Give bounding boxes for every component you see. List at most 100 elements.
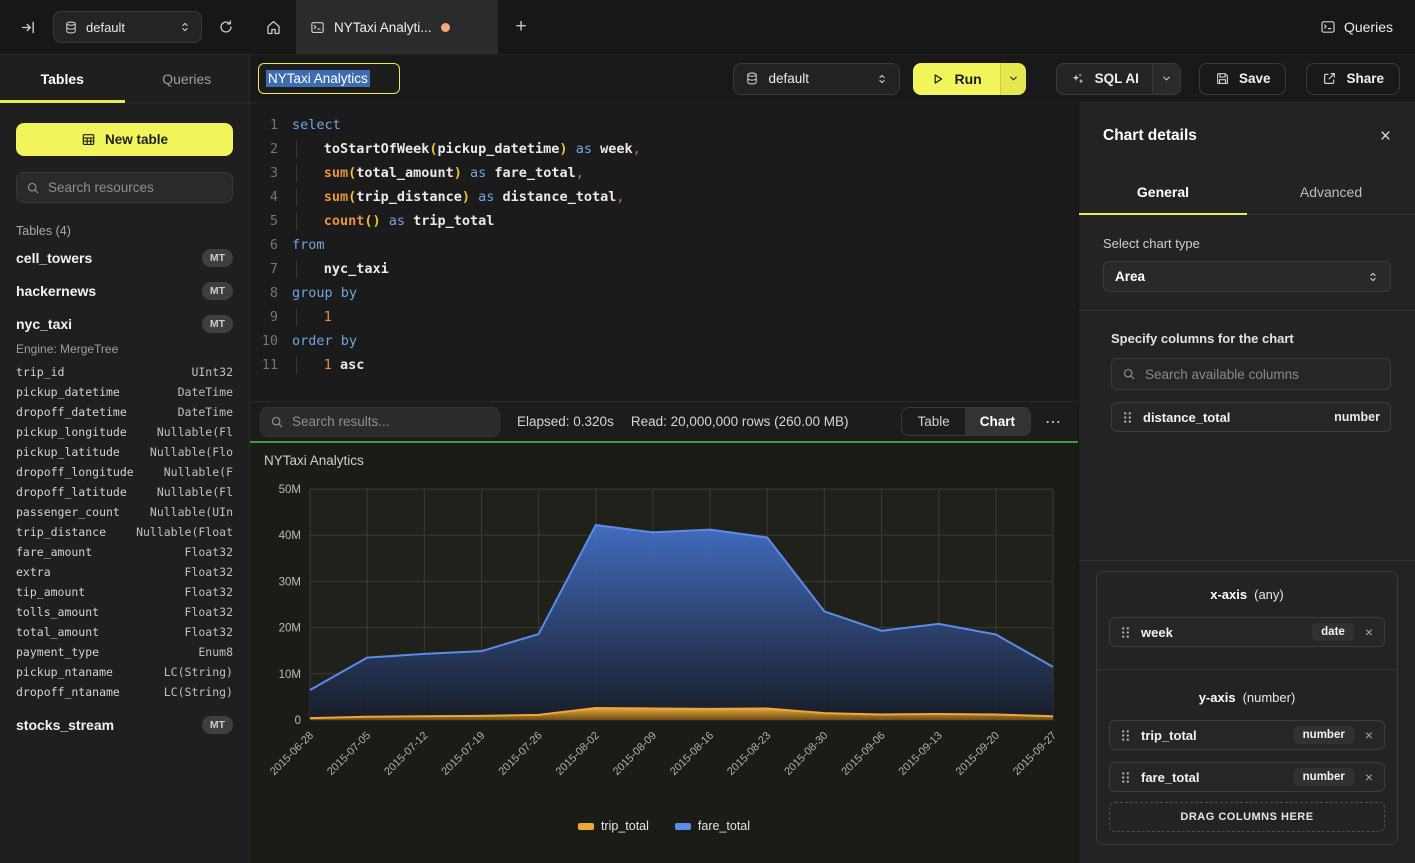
column-name: pickup_datetime (16, 385, 120, 399)
column-name: pickup_latitude (16, 445, 120, 459)
tab-tables[interactable]: Tables (0, 55, 125, 102)
column-chip-name: week (1141, 625, 1302, 640)
new-tab-button[interactable]: + (498, 0, 544, 54)
chart-section: NYTaxi Analytics 010M20M30M40M50M2015-06… (250, 443, 1078, 863)
sidebar-search-input[interactable] (48, 180, 223, 195)
sidebar-search[interactable] (16, 172, 233, 203)
column-chip-distance_total[interactable]: distance_totalnumber (1111, 402, 1391, 432)
toolbar-database-selector[interactable]: default (733, 63, 900, 95)
sidebar-table-hackernews[interactable]: hackernewsMT (16, 274, 233, 307)
sql-editor[interactable]: 1select2toStartOfWeek(pickup_datetime) a… (250, 103, 1078, 401)
sidebar-table-nyc_taxi[interactable]: nyc_taxiMT (16, 307, 233, 340)
token-kw: group by (292, 285, 357, 301)
code-line: 111 asc (250, 353, 1078, 377)
token-ind (296, 141, 324, 158)
table-column-row: pickup_ntanameLC(String) (16, 662, 233, 682)
view-toggle: Table Chart (901, 407, 1031, 436)
svg-text:10M: 10M (279, 669, 301, 681)
table-column-row: dropoff_datetimeDateTime (16, 402, 233, 422)
svg-text:2015-07-05: 2015-07-05 (325, 730, 373, 778)
chart-type-value: Area (1115, 269, 1145, 284)
save-button[interactable]: Save (1199, 63, 1287, 95)
column-name: trip_distance (16, 525, 106, 539)
chart-type-select[interactable]: Area (1103, 261, 1391, 292)
view-toggle-chart[interactable]: Chart (965, 408, 1030, 435)
table-column-row: total_amountFloat32 (16, 622, 233, 642)
svg-text:2015-09-20: 2015-09-20 (954, 730, 1002, 778)
view-toggle-table[interactable]: Table (902, 408, 964, 435)
results-more-button[interactable]: ⋯ (1041, 410, 1066, 434)
legend-item-trip_total[interactable]: trip_total (578, 819, 649, 833)
legend-item-fare_total[interactable]: fare_total (675, 819, 750, 833)
queries-button[interactable]: Queries (1320, 19, 1393, 35)
tab-nytaxi-analytics[interactable]: NYTaxi Analyti... (296, 0, 498, 54)
svg-text:2015-07-26: 2015-07-26 (496, 730, 544, 778)
refresh-button[interactable] (214, 15, 238, 39)
query-title-value: NYTaxi Analytics (266, 70, 370, 87)
token-id: total_amount (356, 165, 454, 181)
sql-ai-button[interactable]: SQL AI (1057, 64, 1152, 94)
results-search[interactable] (260, 407, 500, 437)
database-selector[interactable]: default (53, 11, 202, 43)
unsaved-changes-dot (441, 23, 450, 32)
remove-column-button[interactable]: × (1364, 728, 1374, 742)
sidebar-collapse-button[interactable] (16, 15, 41, 40)
tab-queries[interactable]: Queries (125, 55, 250, 102)
run-button[interactable]: Run (913, 63, 999, 95)
column-type: Nullable(F (164, 465, 233, 479)
svg-text:2015-09-13: 2015-09-13 (897, 730, 945, 778)
sidebar: New table Tables (4) cell_towersMThacker… (0, 103, 250, 863)
second-row: Tables Queries NYTaxi Analytics default (0, 55, 1415, 103)
line-number: 3 (250, 161, 278, 185)
remove-column-button[interactable]: × (1364, 625, 1374, 639)
code-content: from (278, 233, 325, 257)
sidebar-table-cell_towers[interactable]: cell_towersMT (16, 241, 233, 274)
tab-advanced[interactable]: Advanced (1247, 169, 1415, 214)
token-kw: as (381, 213, 414, 229)
share-button[interactable]: Share (1306, 63, 1400, 95)
home-tab[interactable] (250, 0, 296, 54)
run-button-group: Run (913, 63, 1025, 95)
close-panel-button[interactable]: × (1380, 127, 1391, 146)
sql-ai-options-button[interactable] (1152, 64, 1180, 94)
column-name: total_amount (16, 625, 99, 639)
divider (1079, 560, 1415, 561)
results-search-input[interactable] (292, 414, 490, 429)
top-bar-right: Queries (1320, 19, 1415, 35)
token-kw: as (462, 165, 495, 181)
query-title-input[interactable]: NYTaxi Analytics (258, 63, 400, 94)
panel-header: Chart details × (1079, 103, 1415, 169)
terminal-icon (310, 20, 325, 35)
column-chip-week[interactable]: weekdate× (1109, 617, 1385, 647)
run-options-button[interactable] (1000, 63, 1026, 95)
column-type: Float32 (185, 545, 233, 559)
columns-search[interactable] (1111, 358, 1391, 390)
column-type: Nullable(Fl (157, 485, 233, 499)
columns-search-input[interactable] (1145, 367, 1380, 382)
tab-general[interactable]: General (1079, 169, 1247, 214)
panel-title: Chart details (1103, 127, 1197, 145)
x-axis-label: x-axis (1210, 587, 1247, 602)
new-table-button[interactable]: New table (16, 123, 233, 156)
token-num: 1 (324, 357, 332, 373)
line-number: 11 (250, 353, 278, 377)
x-axis-group: x-axis(any) weekdate× (1097, 576, 1397, 670)
svg-text:20M: 20M (279, 623, 301, 635)
sidebar-table-stocks_stream[interactable]: stocks_streamMT (16, 708, 233, 741)
column-chip-fare_total[interactable]: fare_totalnumber× (1109, 762, 1385, 792)
remove-column-button[interactable]: × (1364, 770, 1374, 784)
queries-button-label: Queries (1344, 19, 1393, 35)
token-ind (296, 261, 324, 278)
token-par: ) (454, 165, 462, 181)
code-line: 10order by (250, 329, 1078, 353)
table-icon (81, 132, 96, 147)
column-chip-trip_total[interactable]: trip_totalnumber× (1109, 720, 1385, 750)
axis-configuration-card: x-axis(any) weekdate× y-axis(number) tri… (1096, 571, 1398, 845)
code-line: 8group by (250, 281, 1078, 305)
top-bar: default (0, 0, 1415, 55)
table-column-row: tip_amountFloat32 (16, 582, 233, 602)
drop-zone[interactable]: DRAG COLUMNS HERE (1109, 802, 1385, 832)
table-column-row: trip_distanceNullable(Float (16, 522, 233, 542)
table-engine-badge: MT (202, 282, 233, 300)
column-type-badge: number (1294, 768, 1354, 786)
